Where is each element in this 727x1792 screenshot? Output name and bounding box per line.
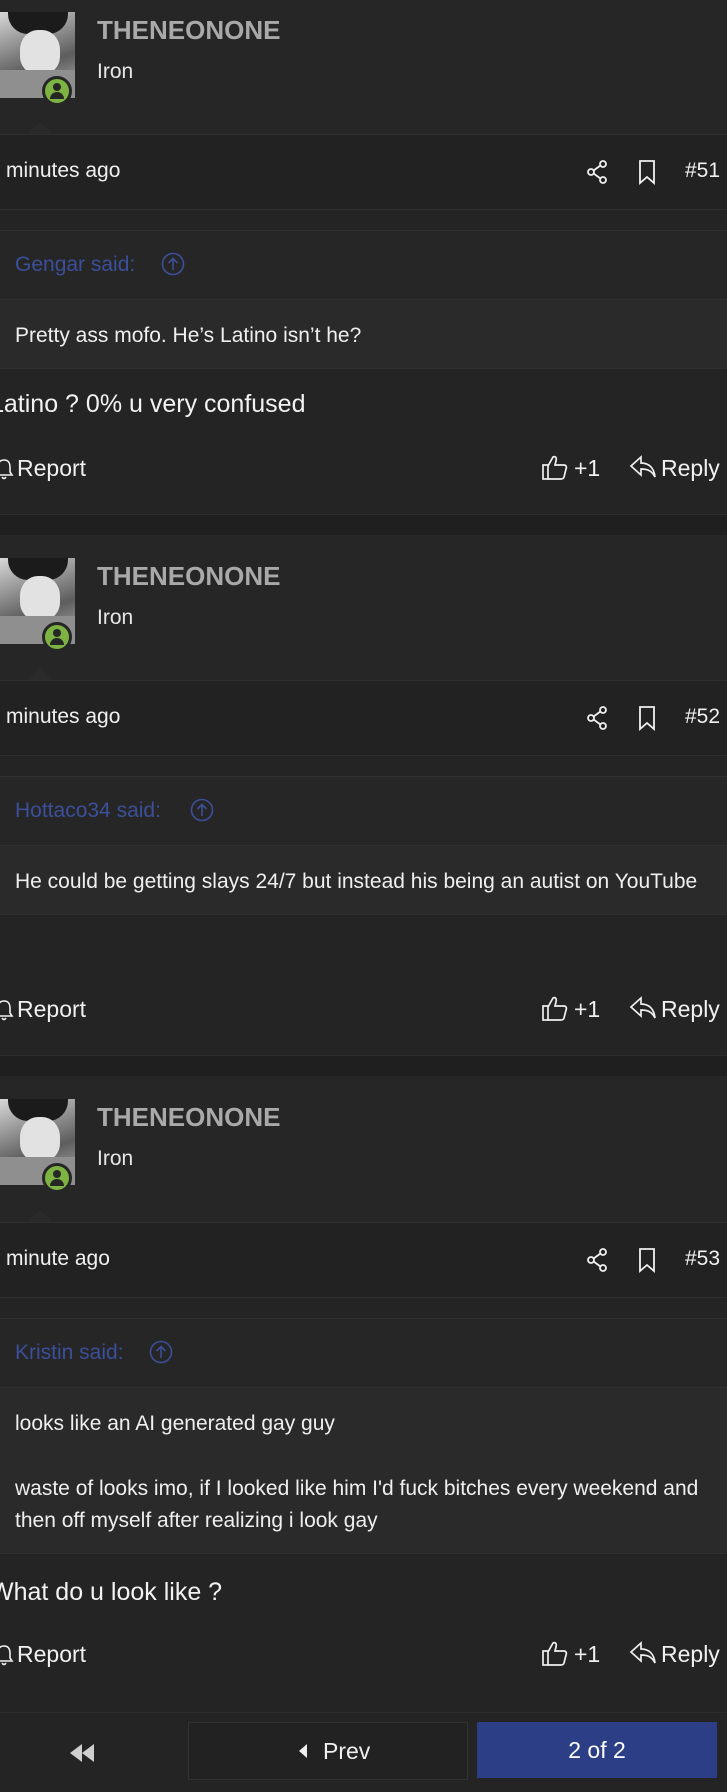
thumbs-up-icon	[542, 996, 568, 1021]
report-label: Report	[17, 1641, 87, 1667]
online-status-icon	[42, 622, 72, 652]
post-number[interactable]: #51	[685, 159, 720, 183]
post-message: What do u look like ?	[0, 1578, 223, 1606]
post-time[interactable]: minutes ago	[6, 159, 120, 183]
share-icon[interactable]	[585, 159, 609, 185]
pagination-bar: Prev 2 of 2	[0, 1712, 727, 1792]
quote-block: Kristin said: looks like an AI generated…	[0, 1318, 727, 1554]
bookmark-icon[interactable]	[635, 705, 659, 731]
reply-label: Reply	[661, 996, 720, 1022]
reply-icon	[629, 996, 656, 1019]
post-number[interactable]: #52	[685, 705, 720, 729]
post-actions: Report +1 Reply	[0, 1639, 727, 1679]
user-rank: Iron	[97, 60, 134, 83]
share-icon[interactable]	[585, 705, 609, 731]
online-status-icon	[42, 1163, 72, 1193]
user-rank: Iron	[97, 606, 134, 629]
quote-header: Gengar said:	[0, 231, 727, 300]
double-chevron-left-icon[interactable]	[60, 1738, 104, 1768]
prev-page-button[interactable]: Prev	[188, 1722, 468, 1780]
username[interactable]: THENEONONE	[97, 15, 280, 46]
post-actions: Report +1 Reply	[0, 453, 727, 493]
arrow-up-circle-icon[interactable]	[149, 1340, 173, 1364]
quote-content: Pretty ass mofo. He’s Latino isn’t he?	[0, 300, 727, 368]
quote-block: Hottaco34 said: He could be getting slay…	[0, 776, 727, 915]
post-meta-bar: minutes ago #52	[0, 680, 727, 756]
report-label: Report	[17, 996, 87, 1022]
prev-label: Prev	[323, 1738, 371, 1764]
username[interactable]: THENEONONE	[97, 561, 280, 592]
quote-content: He could be getting slays 24/7 but inste…	[0, 846, 727, 914]
quote-block: Gengar said: Pretty ass mofo. He’s Latin…	[0, 230, 727, 369]
quote-paragraph: looks like an AI generated gay guy	[15, 1412, 335, 1435]
post-meta-bar: minute ago #53	[0, 1222, 727, 1298]
quote-paragraph: Pretty ass mofo. He’s Latino isn’t he?	[15, 324, 362, 347]
quote-header: Hottaco34 said:	[0, 777, 727, 846]
thumbs-up-icon	[542, 455, 568, 480]
bookmark-icon[interactable]	[635, 1247, 659, 1273]
quote-paragraph: waste of looks imo, if I looked like him…	[15, 1477, 699, 1532]
post-actions: Report +1 Reply	[0, 994, 727, 1034]
quote-author[interactable]: Kristin said:	[15, 1341, 124, 1365]
post-header: THENEONONE Iron	[0, 535, 727, 680]
arrow-up-circle-icon[interactable]	[161, 252, 185, 276]
post-separator	[0, 514, 727, 536]
like-count: +1	[574, 996, 601, 1022]
reply-icon	[629, 1641, 656, 1664]
post-message: Latino ? 0% u very confused	[0, 390, 306, 418]
post-time[interactable]: minute ago	[6, 1247, 110, 1271]
share-icon[interactable]	[585, 1247, 609, 1273]
post-header: THENEONONE Iron	[0, 0, 727, 134]
quote-author[interactable]: Hottaco34 said:	[15, 799, 161, 823]
page-indicator-button[interactable]: 2 of 2	[477, 1722, 717, 1778]
quote-content: looks like an AI generated gay guy waste…	[0, 1388, 727, 1553]
arrow-up-circle-icon[interactable]	[190, 798, 214, 822]
reply-label: Reply	[661, 1641, 720, 1667]
online-status-icon	[42, 76, 72, 106]
quote-header: Kristin said:	[0, 1319, 727, 1388]
bell-icon	[0, 459, 14, 480]
report-label: Report	[17, 455, 87, 481]
quote-author[interactable]: Gengar said:	[15, 253, 135, 277]
bell-icon	[0, 1000, 14, 1021]
post-separator	[0, 1055, 727, 1077]
bell-icon	[0, 1645, 14, 1666]
post-meta-bar: minutes ago #51	[0, 134, 727, 210]
post-time[interactable]: minutes ago	[6, 705, 120, 729]
reply-icon	[629, 455, 656, 478]
post-header: THENEONONE Iron	[0, 1076, 727, 1222]
like-count: +1	[574, 455, 601, 481]
username[interactable]: THENEONONE	[97, 1102, 280, 1133]
reply-label: Reply	[661, 455, 720, 481]
bookmark-icon[interactable]	[635, 159, 659, 185]
quote-paragraph: He could be getting slays 24/7 but inste…	[15, 870, 698, 893]
post-number[interactable]: #53	[685, 1247, 720, 1271]
thumbs-up-icon	[542, 1641, 568, 1666]
caret-left-icon	[299, 1744, 307, 1758]
user-rank: Iron	[97, 1147, 134, 1170]
like-count: +1	[574, 1641, 601, 1667]
